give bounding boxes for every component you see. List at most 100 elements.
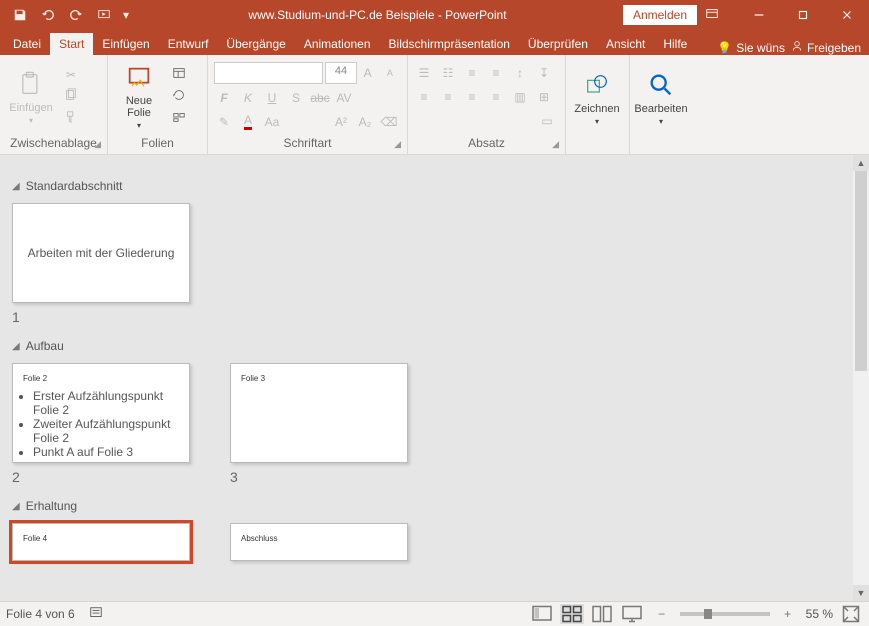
scrollbar-thumb[interactable]	[855, 171, 867, 371]
paste-button[interactable]: Einfügen ▾	[6, 64, 56, 130]
start-from-beginning-icon[interactable]	[92, 3, 116, 27]
format-painter-button[interactable]	[60, 109, 82, 129]
notes-icon[interactable]	[89, 606, 103, 623]
tab-help[interactable]: Hilfe	[654, 33, 696, 55]
smartart-button[interactable]: ▭	[537, 111, 557, 131]
font-size-combo[interactable]: 44	[325, 62, 356, 84]
section-header[interactable]: ◢ Erhaltung	[12, 499, 847, 513]
justify-button[interactable]: ≡	[486, 87, 506, 107]
text-direction-button[interactable]: ↧	[534, 63, 554, 83]
redo-icon[interactable]	[64, 3, 88, 27]
undo-icon[interactable]	[36, 3, 60, 27]
bold-button[interactable]: F	[214, 88, 234, 108]
align-left-button[interactable]: ≡	[414, 87, 434, 107]
editing-button[interactable]: Bearbeiten ▾	[636, 65, 686, 131]
close-button[interactable]	[825, 0, 869, 30]
shrink-font-icon[interactable]: A	[381, 63, 399, 83]
share-button[interactable]: Freigeben	[791, 40, 861, 55]
vertical-scrollbar[interactable]: ▲ ▼	[853, 155, 869, 601]
section-header[interactable]: ◢ Standardabschnitt	[12, 179, 847, 193]
shadow-button[interactable]: S	[286, 88, 306, 108]
reset-button[interactable]	[168, 87, 190, 107]
content-area: ◢ Standardabschnitt Arbeiten mit der Gli…	[0, 155, 869, 601]
normal-view-button[interactable]	[530, 604, 554, 624]
group-slides: Neue Folie ▾ Folien	[108, 55, 208, 154]
slide-thumbnail[interactable]: Folie 3	[230, 363, 408, 463]
align-text-button[interactable]: ⊞	[534, 87, 554, 107]
subscript-button[interactable]: A₂	[355, 112, 375, 132]
ribbon-display-options-icon[interactable]	[705, 7, 737, 24]
ribbon: Einfügen ▾ ✂ Zwischenablage◢ Neue Folie …	[0, 55, 869, 155]
align-center-button[interactable]: ≡	[438, 87, 458, 107]
underline-button[interactable]: U	[262, 88, 282, 108]
statusbar: Folie 4 von 6 − + 55 %	[0, 601, 869, 626]
scroll-up-icon[interactable]: ▲	[853, 155, 869, 171]
slide-sorter[interactable]: ◢ Standardabschnitt Arbeiten mit der Gli…	[0, 155, 853, 601]
zoom-level[interactable]: 55 %	[806, 607, 833, 621]
tab-transitions[interactable]: Übergänge	[217, 33, 294, 55]
section-header[interactable]: ◢ Aufbau	[12, 339, 847, 353]
grow-font-icon[interactable]: A	[359, 63, 377, 83]
minimize-button[interactable]	[737, 0, 781, 30]
section-button[interactable]	[168, 109, 190, 129]
zoom-out-button[interactable]: −	[650, 604, 674, 624]
cut-button[interactable]: ✂	[60, 65, 82, 85]
line-spacing-button[interactable]: ↕	[510, 63, 530, 83]
change-case-button[interactable]: Aa	[262, 112, 282, 132]
zoom-slider-thumb[interactable]	[704, 609, 712, 619]
font-name-combo[interactable]	[214, 62, 323, 84]
tab-file[interactable]: Datei	[4, 33, 50, 55]
dialog-launcher-icon[interactable]: ◢	[394, 139, 401, 150]
maximize-button[interactable]	[781, 0, 825, 30]
new-slide-button[interactable]: Neue Folie ▾	[114, 64, 164, 130]
tell-me[interactable]: 💡Sie wüns	[717, 41, 785, 55]
dialog-launcher-icon[interactable]: ◢	[552, 139, 559, 150]
scroll-down-icon[interactable]: ▼	[853, 585, 869, 601]
zoom-in-button[interactable]: +	[776, 604, 800, 624]
slide-thumbnail[interactable]: Folie 4	[12, 523, 190, 561]
tab-start[interactable]: Start	[50, 33, 93, 55]
tab-view[interactable]: Ansicht	[597, 33, 654, 55]
tab-review[interactable]: Überprüfen	[519, 33, 597, 55]
dialog-launcher-icon[interactable]: ◢	[94, 139, 101, 150]
slide-thumbnail[interactable]: Abschluss	[230, 523, 408, 561]
scissors-icon: ✂	[66, 68, 76, 82]
increase-indent-button[interactable]: ≡	[486, 63, 506, 83]
tab-animations[interactable]: Animationen	[295, 33, 380, 55]
slide-thumbnail[interactable]: Arbeiten mit der Gliederung	[12, 203, 190, 303]
save-icon[interactable]	[8, 3, 32, 27]
slide-counter[interactable]: Folie 4 von 6	[6, 607, 75, 621]
superscript-button[interactable]: A²	[331, 112, 351, 132]
eraser-icon: ⌫	[381, 115, 398, 129]
decrease-indent-button[interactable]: ≡	[462, 63, 482, 83]
fit-to-window-button[interactable]	[839, 604, 863, 624]
qat-customize-icon[interactable]: ▾	[120, 3, 132, 27]
person-icon	[791, 40, 803, 55]
layout-button[interactable]	[168, 65, 190, 85]
bullets-button[interactable]: ☰	[414, 63, 434, 83]
slide-number: 1	[12, 309, 190, 325]
italic-button[interactable]: K	[238, 88, 258, 108]
slide-number: 2	[12, 469, 190, 485]
tab-design[interactable]: Entwurf	[159, 33, 218, 55]
font-color-button[interactable]: A	[238, 112, 258, 132]
collapse-icon: ◢	[12, 181, 20, 192]
slideshow-view-button[interactable]	[620, 604, 644, 624]
columns-button[interactable]: ▥	[510, 87, 530, 107]
layout-icon	[172, 66, 186, 83]
tab-insert[interactable]: Einfügen	[93, 33, 158, 55]
slide-sorter-view-button[interactable]	[560, 604, 584, 624]
drawing-button[interactable]: Zeichnen ▾	[572, 65, 622, 131]
tab-slideshow[interactable]: Bildschirmpräsentation	[380, 33, 519, 55]
spacing-button[interactable]: AV	[334, 88, 354, 108]
reading-view-button[interactable]	[590, 604, 614, 624]
numbering-button[interactable]: ☷	[438, 63, 458, 83]
strike-button[interactable]: abc	[310, 88, 330, 108]
align-right-button[interactable]: ≡	[462, 87, 482, 107]
slide-thumbnail[interactable]: Folie 2 Erster Aufzählungspunkt Folie 2 …	[12, 363, 190, 463]
copy-button[interactable]	[60, 87, 82, 107]
signin-button[interactable]: Anmelden	[623, 5, 697, 25]
highlight-button[interactable]: ✎	[214, 112, 234, 132]
zoom-slider[interactable]	[680, 612, 770, 616]
clear-format-button[interactable]: ⌫	[379, 112, 399, 132]
